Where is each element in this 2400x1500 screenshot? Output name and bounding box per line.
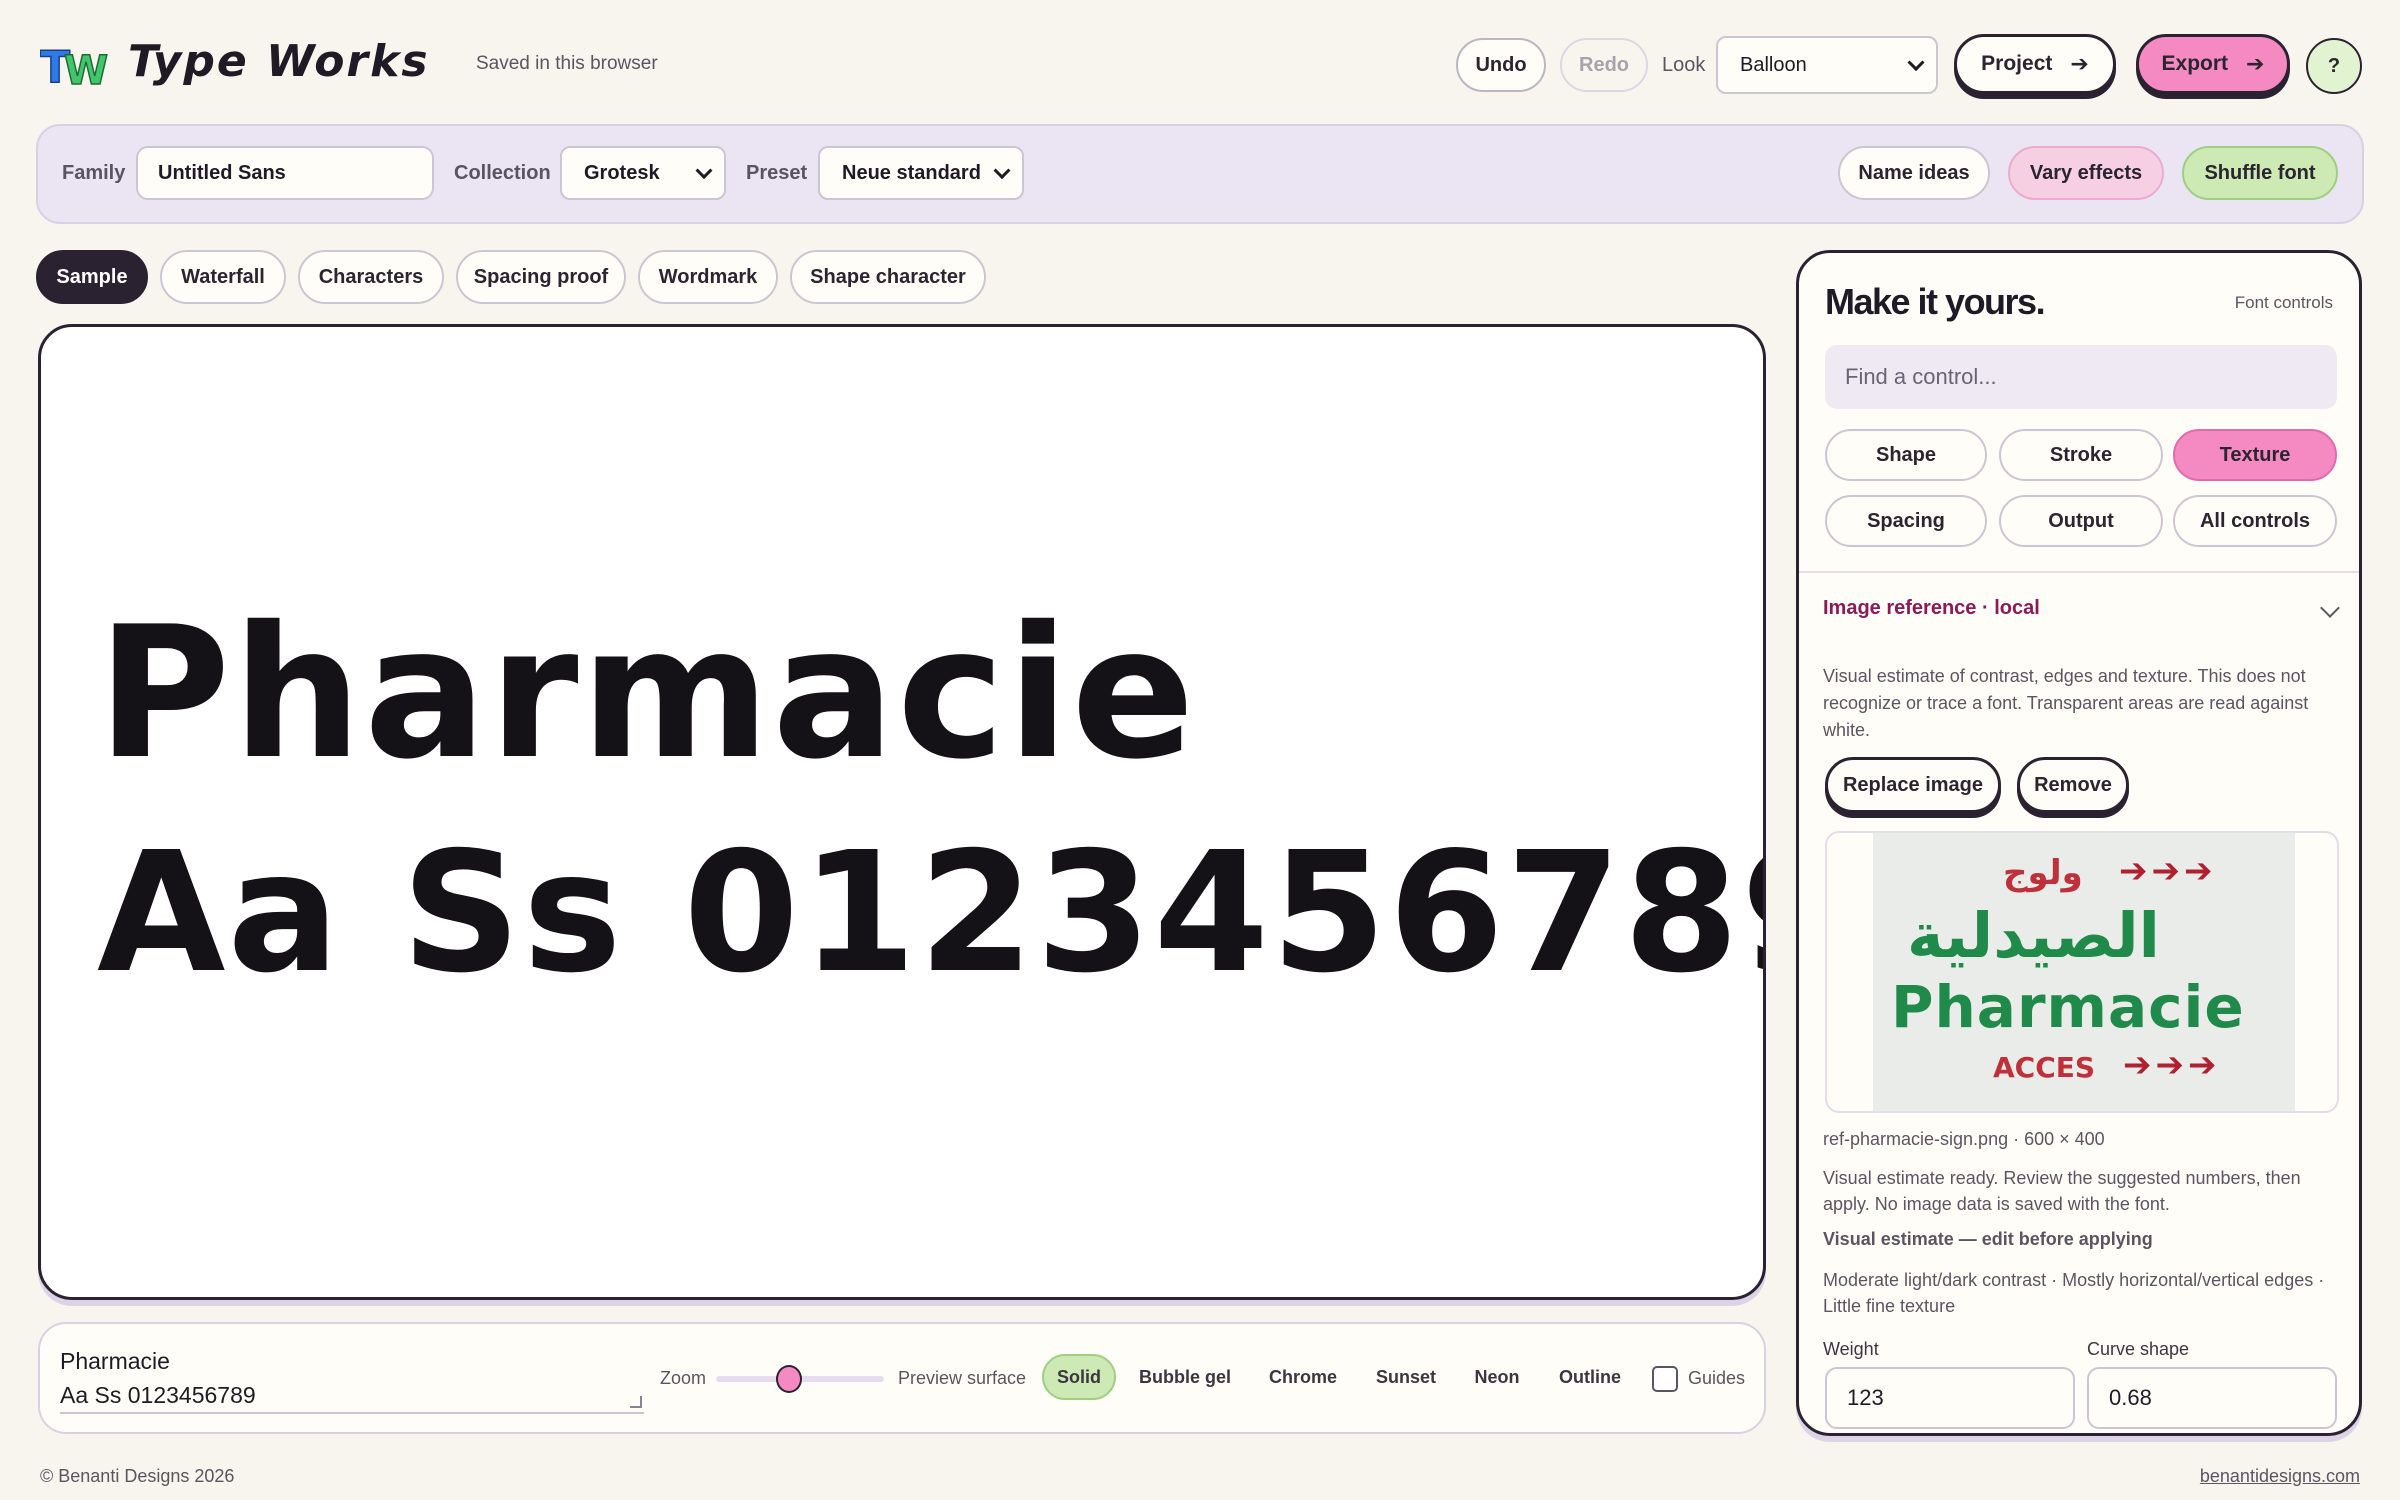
weight-input[interactable]: 123 [1825, 1367, 2075, 1429]
export-label: Export [2161, 52, 2229, 75]
footer-copyright: © Benanti Designs 2026 [40, 1466, 235, 1486]
chevron-down-icon[interactable] [2320, 598, 2340, 618]
zoom-slider-thumb[interactable] [775, 1365, 802, 1393]
panel-title: Make it yours. [1825, 281, 2046, 322]
redo-button[interactable]: Redo [1560, 38, 1648, 92]
look-select-value: Balloon [1740, 53, 1807, 76]
sign-arrows-icon: ➔➔➔ [2123, 1046, 2221, 1084]
chip-texture[interactable]: Texture [2173, 429, 2337, 481]
collection-select[interactable]: Grotesk [560, 146, 726, 200]
zoom-label: Zoom [660, 1368, 707, 1388]
weight-label: Weight [1823, 1339, 1879, 1359]
project-label: Project [1981, 52, 2053, 75]
guides-label: Guides [1688, 1368, 1746, 1388]
tab-sample[interactable]: Sample [36, 250, 148, 304]
shuffle-font-button[interactable]: Shuffle font [2182, 146, 2338, 200]
arrow-right-icon: ➔ [2070, 51, 2089, 76]
chevron-down-icon [695, 162, 713, 180]
guides-checkbox[interactable] [1652, 1366, 1678, 1392]
estimate-text: Moderate light/dark contrast · Mostly ho… [1823, 1270, 2325, 1316]
tab-wordmark[interactable]: Wordmark [638, 250, 778, 304]
surface-bubble-gel[interactable]: Bubble gel [1130, 1354, 1240, 1400]
app-logo-text: Type Works [128, 36, 430, 87]
chevron-down-icon [993, 162, 1011, 180]
tab-waterfall[interactable]: Waterfall [160, 250, 286, 304]
surface-chrome[interactable]: Chrome [1256, 1354, 1350, 1400]
font-controls-panel: Make it yours. Font controls Find a cont… [1796, 250, 2362, 1436]
surface-sunset[interactable]: Sunset [1364, 1354, 1448, 1400]
undo-button[interactable]: Undo [1456, 38, 1546, 92]
reference-image-frame: ولوج ➔➔➔ الصيدلية Pharmacie ACCES ➔➔➔ [1825, 831, 2339, 1113]
curve-shape-input[interactable]: 0.68 [2087, 1367, 2337, 1429]
panel-subtitle: Font controls [2234, 293, 2333, 312]
collection-label: Collection [454, 162, 551, 184]
search-placeholder: Find a control... [1845, 364, 1997, 389]
collection-select-value: Grotesk [584, 161, 660, 184]
footer-site-link[interactable]: benantidesigns.com [2200, 1466, 2360, 1487]
reference-image: ولوج ➔➔➔ الصيدلية Pharmacie ACCES ➔➔➔ [1873, 833, 2295, 1111]
sign-acces: ACCES [1993, 1051, 2096, 1084]
resize-grip-icon[interactable] [630, 1396, 642, 1408]
tab-spacing-proof[interactable]: Spacing proof [456, 250, 626, 304]
panel-divider [1799, 571, 2359, 573]
preview-line-1: Pharmacie [97, 587, 1197, 799]
chevron-down-icon [1907, 54, 1925, 72]
logo-badge: T W [39, 40, 112, 95]
preset-select[interactable]: Neue standard [818, 146, 1024, 200]
sample-text-input[interactable]: Pharmacie Aa Ss 0123456789 [60, 1344, 644, 1414]
name-ideas-button[interactable]: Name ideas [1838, 146, 1990, 200]
family-input[interactable]: Untitled Sans [136, 146, 434, 200]
preset-label: Preset [746, 162, 808, 184]
curve-shape-label: Curve shape [2087, 1339, 2190, 1359]
preview-line-2: Aa Ss 0123456789 [97, 817, 1766, 1010]
reference-file-info: ref-pharmacie-sign.png · 600 × 400 [1823, 1129, 2105, 1149]
export-button[interactable]: Export ➔ [2136, 34, 2290, 94]
section-title[interactable]: Image reference · local [1823, 597, 2040, 620]
chip-shape[interactable]: Shape [1825, 429, 1987, 481]
estimate-heading: Visual estimate — edit before applying [1823, 1229, 2153, 1249]
vary-effects-button[interactable]: Vary effects [2008, 146, 2164, 200]
arrow-right-icon: ➔ [2246, 51, 2265, 76]
svg-text:W: W [64, 48, 108, 90]
tab-characters[interactable]: Characters [298, 250, 444, 304]
sign-pharmacie: Pharmacie [1891, 973, 2245, 1041]
chip-output[interactable]: Output [1999, 495, 2163, 547]
surface-neon[interactable]: Neon [1462, 1354, 1532, 1400]
tab-shape-character[interactable]: Shape character [790, 250, 986, 304]
chip-all-controls[interactable]: All controls [2173, 495, 2337, 547]
section-description: Visual estimate of contrast, edges and t… [1823, 666, 2309, 740]
sign-arabic-top: ولوج [2003, 853, 2083, 893]
chip-stroke[interactable]: Stroke [1999, 429, 2163, 481]
sample-text-line-1: Pharmacie [60, 1348, 170, 1374]
help-button[interactable]: ? [2306, 38, 2362, 94]
look-label: Look [1662, 54, 1706, 76]
look-select[interactable]: Balloon [1716, 36, 1938, 94]
control-search-input[interactable]: Find a control... [1825, 345, 2337, 409]
family-label: Family [62, 162, 126, 184]
preset-select-value: Neue standard [842, 161, 981, 184]
surface-solid[interactable]: Solid [1042, 1354, 1116, 1400]
replace-image-button[interactable]: Replace image [1825, 757, 2001, 813]
estimate-ready-text: Visual estimate ready. Review the sugges… [1823, 1168, 2301, 1214]
sign-arrows-icon: ➔➔➔ [2119, 852, 2217, 890]
preview-surface-label: Preview surface [898, 1368, 1027, 1388]
surface-outline[interactable]: Outline [1546, 1354, 1634, 1400]
zoom-slider[interactable] [716, 1365, 884, 1393]
chip-spacing[interactable]: Spacing [1825, 495, 1987, 547]
sign-arabic-main: الصيدلية [1907, 899, 2160, 972]
project-button[interactable]: Project ➔ [1954, 34, 2116, 94]
type-preview-canvas[interactable]: Pharmacie Aa Ss 0123456789 [38, 324, 1766, 1300]
saved-status: Saved in this browser [476, 53, 658, 74]
remove-button[interactable]: Remove [2017, 757, 2129, 813]
sample-text-line-2: Aa Ss 0123456789 [60, 1382, 256, 1408]
